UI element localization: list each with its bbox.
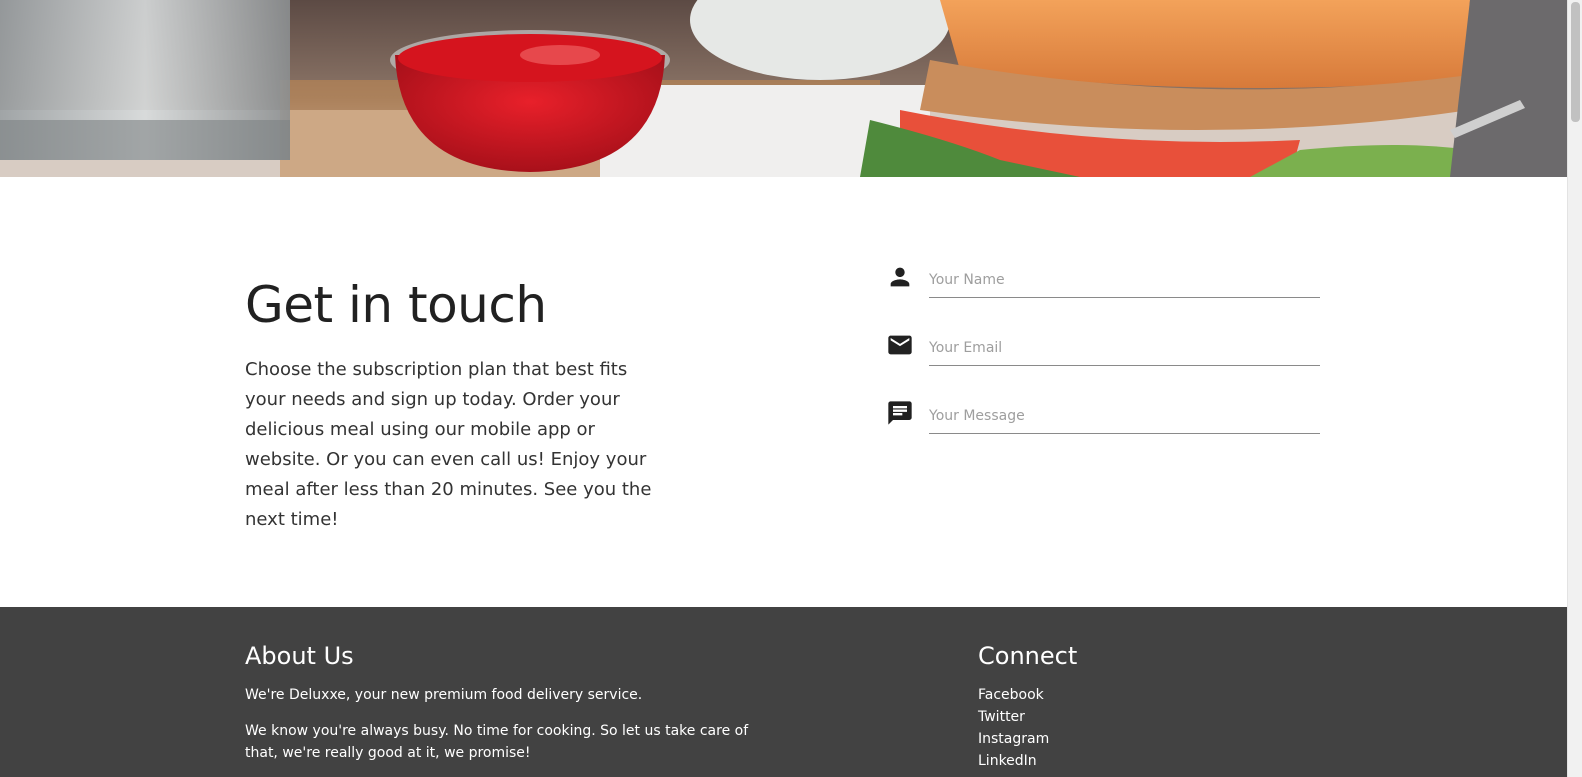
connect-title: Connect xyxy=(978,642,1078,670)
linkedin-link[interactable]: LinkedIn xyxy=(978,750,1049,772)
email-input[interactable] xyxy=(929,331,1320,366)
about-title: About Us xyxy=(245,642,354,670)
about-text-1: We're Deluxxe, your new premium food del… xyxy=(245,687,643,703)
mail-icon xyxy=(886,331,914,359)
scrollbar-thumb[interactable] xyxy=(1571,2,1580,122)
footer: About Us We're Deluxxe, your new premium… xyxy=(0,607,1568,777)
twitter-link[interactable]: Twitter xyxy=(978,706,1049,728)
hero-image xyxy=(0,0,1568,177)
hero-photo xyxy=(0,0,1568,177)
instagram-link[interactable]: Instagram xyxy=(978,728,1049,750)
name-field-group xyxy=(886,263,1322,303)
contact-description: Choose the subscription plan that best f… xyxy=(245,359,652,530)
message-input[interactable] xyxy=(929,399,1320,434)
contact-section: Get in touch Choose the subscription pla… xyxy=(0,177,1568,611)
contact-title: Get in touch xyxy=(245,276,547,334)
page-scrollbar[interactable] xyxy=(1567,0,1582,777)
page: Get in touch Choose the subscription pla… xyxy=(0,0,1582,777)
name-input[interactable] xyxy=(929,263,1320,298)
message-icon xyxy=(886,399,914,427)
person-icon xyxy=(886,263,914,291)
connect-links: Facebook Twitter Instagram LinkedIn xyxy=(978,684,1049,772)
about-text-2: We know you're always busy. No time for … xyxy=(245,723,749,761)
email-field-group xyxy=(886,331,1322,371)
facebook-link[interactable]: Facebook xyxy=(978,684,1049,706)
message-field-group xyxy=(886,399,1322,439)
